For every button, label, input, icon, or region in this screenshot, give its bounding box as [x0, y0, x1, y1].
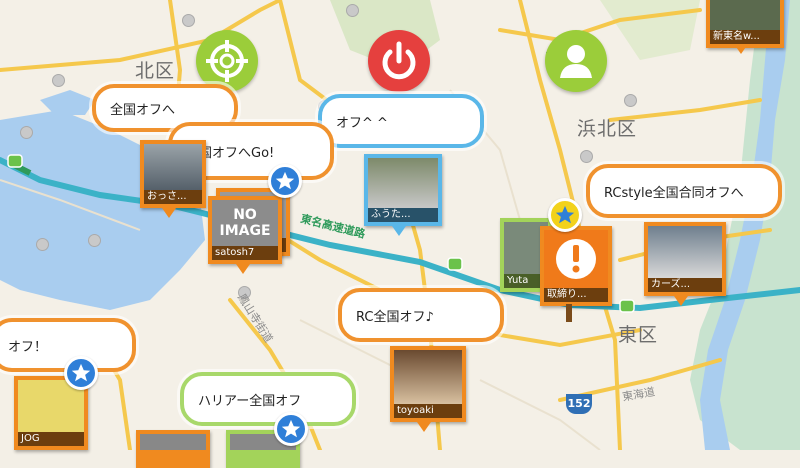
poi-dot [182, 14, 195, 27]
favorite-star-icon[interactable] [274, 412, 308, 446]
pin-caption: 新東名w... [710, 30, 780, 44]
poi-dot [580, 150, 593, 163]
pin-caption: JOG [18, 432, 84, 446]
favorite-star-icon[interactable] [548, 198, 582, 232]
poi-dot [20, 126, 33, 139]
event-pin[interactable]: 取締り... [540, 226, 612, 306]
power-button[interactable] [368, 30, 430, 92]
pin-tail [417, 422, 431, 432]
event-bubble[interactable]: RCstyle全国合同オフへ [586, 164, 782, 218]
pin-stand [566, 304, 572, 322]
event-pin[interactable]: toyoaki [390, 346, 466, 422]
area-label-higashi-ku: 東区 [618, 324, 659, 346]
event-pin[interactable]: ふうた... [364, 154, 442, 226]
target-crosshair-button[interactable] [196, 30, 258, 92]
pin-caption: カーズ... [648, 278, 722, 292]
pin-tail [162, 208, 176, 218]
pin-tail [236, 264, 250, 274]
pin-caption: satosh7 [212, 246, 278, 260]
favorite-star-icon[interactable] [268, 164, 302, 198]
profile-button[interactable] [545, 30, 607, 92]
target-crosshair-icon [206, 40, 248, 82]
no-image-placeholder: NO IMAGE [212, 200, 278, 246]
route-shield: 152 [566, 394, 592, 414]
power-icon [382, 41, 416, 80]
pin-tail [734, 44, 748, 54]
alert-icon [556, 239, 596, 279]
area-label-hamakita-ku: 浜北区 [577, 118, 638, 140]
event-pin[interactable]: NO IMAGE satosh7 [208, 196, 282, 264]
user-profile-icon [560, 45, 592, 78]
event-pin[interactable] [136, 430, 210, 468]
pin-tail [674, 296, 688, 306]
poi-dot [36, 238, 49, 251]
pin-caption: toyoaki [394, 404, 462, 418]
area-label-kita-ku: 北区 [135, 60, 176, 82]
poi-dot [88, 234, 101, 247]
poi-dot [624, 94, 637, 107]
event-bubble[interactable]: ハリアー全国オフ [180, 372, 356, 426]
pin-caption: 取締り... [544, 288, 608, 302]
favorite-star-icon[interactable] [64, 356, 98, 390]
event-pin[interactable]: 新東名w... [706, 0, 784, 48]
pin-tail [392, 226, 406, 236]
event-bubble[interactable]: RC全国オフ♪ [338, 288, 504, 342]
poi-dot [346, 4, 359, 17]
event-pin[interactable]: カーズ... [644, 222, 726, 296]
pin-caption: おっさ... [144, 190, 202, 204]
poi-dot [52, 74, 65, 87]
event-bubble[interactable]: オフ^ ^ [318, 94, 484, 148]
pin-caption: ふうた... [368, 208, 438, 222]
event-pin[interactable]: おっさ... [140, 140, 206, 208]
